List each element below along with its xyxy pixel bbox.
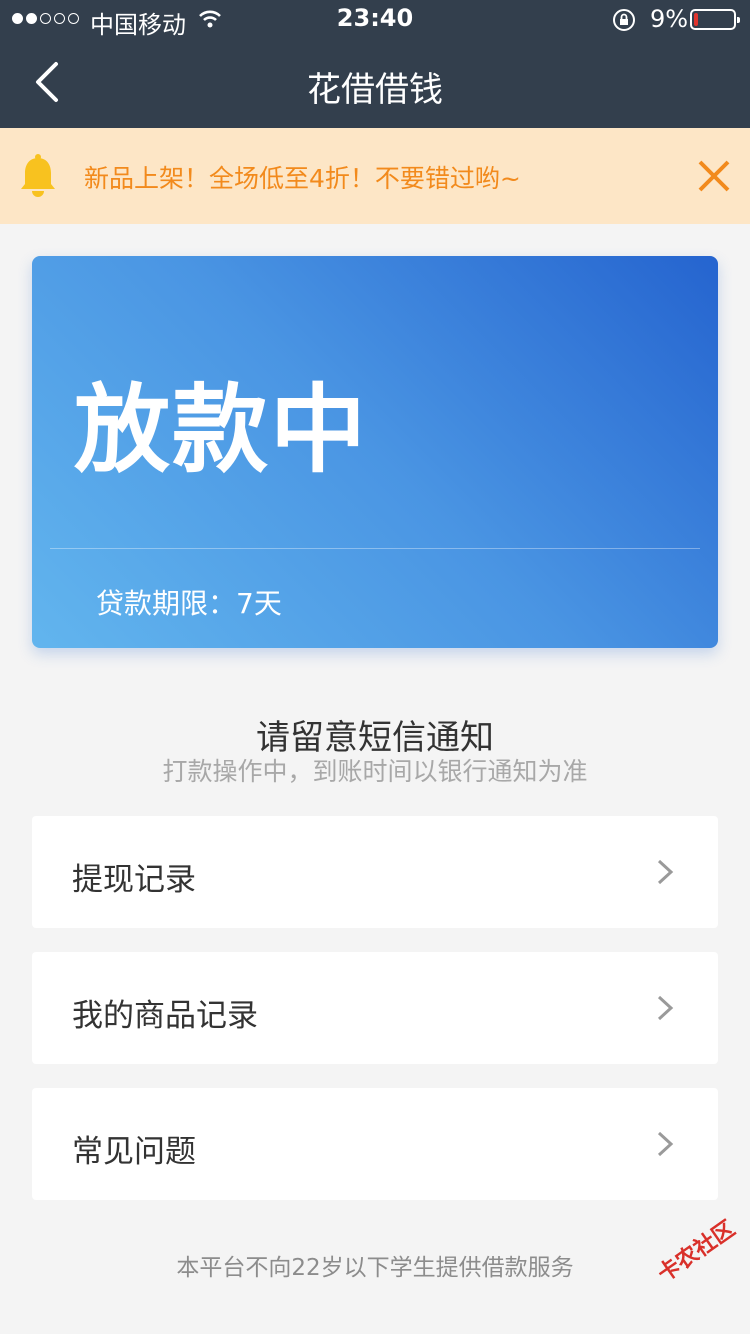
close-icon[interactable] [694,156,734,196]
status-time: 23:40 [336,4,414,32]
battery-icon [690,9,740,30]
faq-row[interactable]: 常见问题 [32,1088,718,1200]
row-label: 我的商品记录 [72,998,258,1034]
card-divider [50,548,700,549]
status-bar: 中国移动 23:40 9% [0,0,750,40]
chevron-right-icon [657,1131,674,1157]
loan-term: 贷款期限：7天 [96,587,282,620]
bell-icon [21,154,55,197]
top-bar: 中国移动 23:40 9% 花借借钱 [0,0,750,128]
sms-notice-subtitle: 打款操作中，到账时间以银行通知为准 [162,757,588,786]
rotation-lock-icon [613,9,635,31]
loan-status: 放款中 [74,374,368,486]
battery-percent: 9% [650,5,689,33]
row-label: 提现记录 [72,862,196,898]
withdraw-records-row[interactable]: 提现记录 [32,816,718,928]
product-records-row[interactable]: 我的商品记录 [32,952,718,1064]
loan-status-card: 放款中 贷款期限：7天 [32,256,718,648]
page-title: 花借借钱 [307,70,443,110]
screen: 中国移动 23:40 9% 花借借钱 新品上架！全场低至4折！不要错过哟~ 放款… [0,0,750,1334]
row-label: 常见问题 [72,1134,196,1170]
footer-disclaimer: 本平台不向22岁以下学生提供借款服务 [176,1255,574,1281]
chevron-right-icon [657,995,674,1021]
chevron-right-icon [657,859,674,885]
promo-notice-bar[interactable]: 新品上架！全场低至4折！不要错过哟~ [0,128,750,224]
notice-text: 新品上架！全场低至4折！不要错过哟~ [84,164,521,193]
